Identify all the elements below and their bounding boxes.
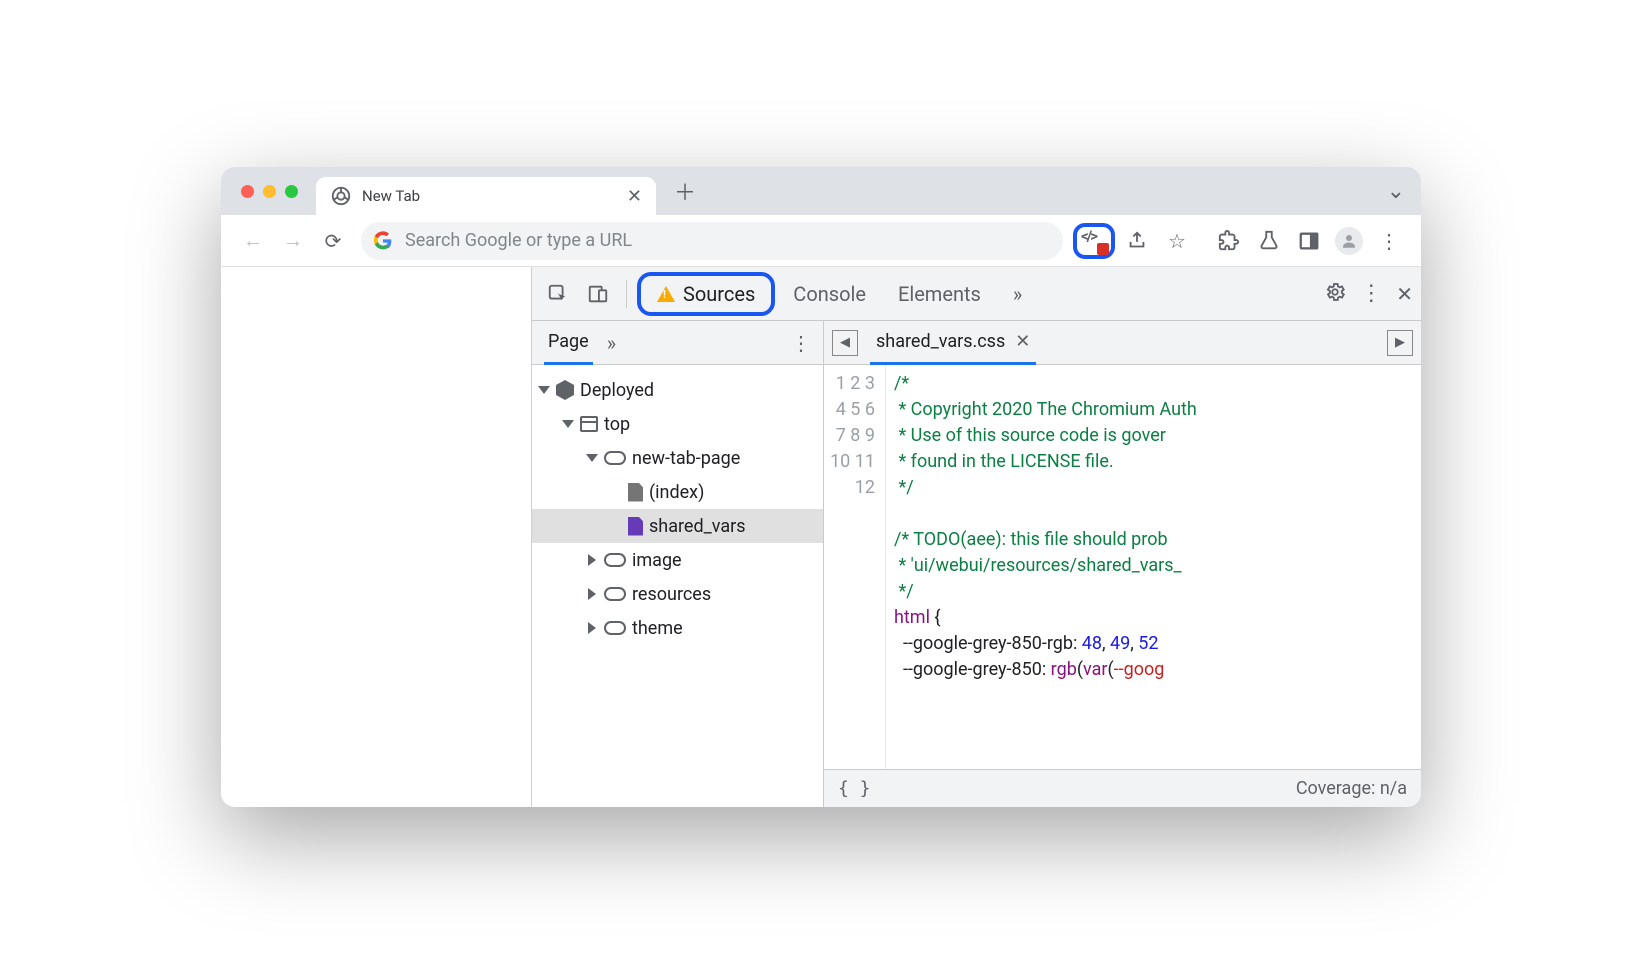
navigator-tabs: Page » ⋮ [532,321,823,365]
omnibox[interactable]: Search Google or type a URL [361,222,1063,260]
tree-node-top[interactable]: top [532,407,823,441]
maximize-window-button[interactable] [285,185,298,198]
code-content: /* * Copyright 2020 The Chromium Auth * … [886,365,1421,769]
page-viewport [221,267,531,807]
back-button[interactable]: ← [235,223,271,259]
expand-icon [586,454,598,462]
code-editor[interactable]: 1 2 3 4 5 6 7 8 9 10 11 12 /* * Copyrigh… [824,365,1421,769]
tree-label: image [632,550,682,571]
more-tabs-button[interactable]: » [999,274,1036,314]
profile-button[interactable] [1331,223,1367,259]
window-controls [241,185,298,198]
tab-sources-label: Sources [683,282,755,306]
tab-strip: New Tab ✕ ＋ ⌄ [221,167,1421,215]
labs-button[interactable] [1251,223,1287,259]
tree-node-resources[interactable]: resources [532,577,823,611]
cloud-icon [604,621,626,635]
close-devtools-icon[interactable]: ✕ [1396,282,1413,306]
content-area: Sources Console Elements » ⋮ ✕ Page [221,267,1421,807]
tree-node-shared-vars[interactable]: shared_vars [532,509,823,543]
frame-icon [580,416,598,432]
forward-button[interactable]: → [275,223,311,259]
bookmark-button[interactable]: ☆ [1159,223,1195,259]
tab-sources[interactable]: Sources [637,272,775,316]
devtools-panel: Sources Console Elements » ⋮ ✕ Page [531,267,1421,807]
reload-button[interactable]: ⟳ [315,223,351,259]
coverage-label: Coverage: n/a [1296,778,1407,799]
tree-node-index[interactable]: (index) [532,475,823,509]
source-panel: ◀ shared_vars.css ✕ ▶ 1 2 3 4 5 6 7 8 9 … [824,321,1421,807]
close-file-icon[interactable]: ✕ [1015,331,1030,352]
devtools-tabbar: Sources Console Elements » ⋮ ✕ [532,267,1421,321]
browser-tab[interactable]: New Tab ✕ [316,177,656,215]
file-tree: Deployed top new-tab-page [532,365,823,807]
show-debugger-icon[interactable]: ▶ [1387,330,1413,356]
extensions-button[interactable] [1211,223,1247,259]
minimize-window-button[interactable] [263,185,276,198]
close-window-button[interactable] [241,185,254,198]
menu-button[interactable]: ⋮ [1371,223,1407,259]
settings-icon[interactable] [1324,281,1346,307]
devtools-body: Page » ⋮ Deployed top [532,321,1421,807]
device-toolbar-icon[interactable] [580,276,616,312]
pretty-print-icon[interactable]: { } [838,778,871,799]
browser-window: New Tab ✕ ＋ ⌄ ← → ⟳ Search Google or typ… [221,167,1421,807]
line-number-gutter: 1 2 3 4 5 6 7 8 9 10 11 12 [824,365,886,769]
avatar-icon [1335,227,1363,255]
expand-icon [562,420,574,428]
file-icon [628,483,643,502]
tree-label: (index) [649,482,704,503]
devtools-error-icon[interactable] [1081,231,1107,251]
tree-node-theme[interactable]: theme [532,611,823,645]
tree-node-image[interactable]: image [532,543,823,577]
tab-elements[interactable]: Elements [884,274,995,314]
tab-list-button[interactable]: ⌄ [1387,179,1405,204]
source-file-tab[interactable]: shared_vars.css ✕ [870,321,1036,365]
expand-icon [588,554,596,566]
inspect-element-icon[interactable] [540,276,576,312]
expand-icon [588,588,596,600]
expand-icon [538,386,550,394]
tree-label: new-tab-page [632,448,740,469]
share-button[interactable] [1119,223,1155,259]
warning-icon [657,286,675,302]
navigator-tab-page[interactable]: Page [544,321,593,365]
cloud-icon [604,553,626,567]
cloud-icon [604,587,626,601]
tree-node-ntp[interactable]: new-tab-page [532,441,823,475]
tree-label: resources [632,584,711,605]
separator [626,280,627,308]
google-g-icon [373,231,393,251]
new-tab-button[interactable]: ＋ [674,175,696,207]
tree-label: shared_vars [649,516,746,537]
tree-label: Deployed [580,380,654,401]
navigator-panel: Page » ⋮ Deployed top [532,321,824,807]
chrome-icon [330,185,352,207]
tab-title: New Tab [362,187,420,205]
tab-console[interactable]: Console [779,274,880,314]
tree-node-deployed[interactable]: Deployed [532,373,823,407]
show-navigator-icon[interactable]: ◀ [832,330,858,356]
package-icon [556,380,574,400]
navigator-menu-icon[interactable]: ⋮ [791,331,811,355]
devtools-menu-icon[interactable]: ⋮ [1360,281,1382,306]
close-tab-icon[interactable]: ✕ [627,186,642,207]
omnibox-placeholder: Search Google or type a URL [405,230,632,251]
stylesheet-file-icon [628,517,643,536]
cloud-icon [604,451,626,465]
source-tabs: ◀ shared_vars.css ✕ ▶ [824,321,1421,365]
side-panel-button[interactable] [1291,223,1327,259]
source-status-bar: { } Coverage: n/a [824,769,1421,807]
expand-icon [588,622,596,634]
source-filename: shared_vars.css [876,331,1005,352]
navigator-more-tabs[interactable]: » [607,331,616,355]
devtools-toggle-highlight [1073,223,1115,259]
tree-label: top [604,414,630,435]
tree-label: theme [632,618,683,639]
toolbar: ← → ⟳ Search Google or type a URL ☆ ⋮ [221,215,1421,267]
